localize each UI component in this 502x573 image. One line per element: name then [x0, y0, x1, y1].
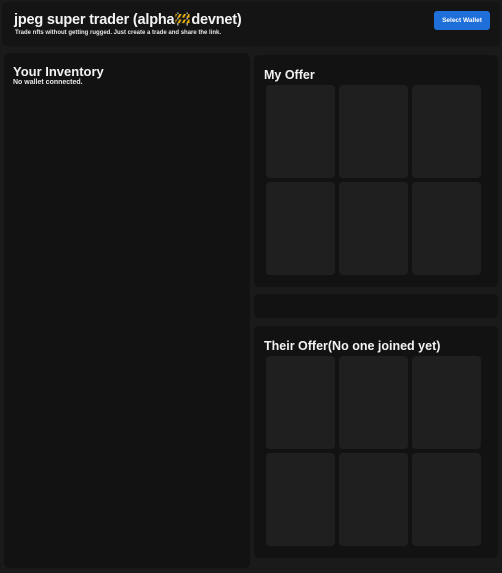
their-offer-title: Their Offer(No one joined yet): [264, 339, 441, 353]
their-offer-slot[interactable]: [412, 356, 481, 449]
app-root: jpeg super trader (alpha devnet) Trade n…: [0, 0, 502, 573]
their-offer-panel: Their Offer(No one joined yet): [254, 326, 498, 558]
wallet-status-text: No wallet connected.: [13, 79, 83, 86]
my-offer-slot[interactable]: [412, 85, 481, 178]
my-offer-slot[interactable]: [339, 182, 408, 275]
my-offer-title: My Offer: [264, 68, 315, 82]
their-offer-slot[interactable]: [339, 453, 408, 546]
select-wallet-button[interactable]: Select Wallet: [434, 11, 490, 30]
inventory-panel: Your Inventory No wallet connected.: [4, 53, 250, 568]
my-offer-slot-grid: [266, 85, 482, 275]
app-title: jpeg super trader (alpha devnet): [14, 12, 242, 30]
my-offer-slot[interactable]: [266, 85, 335, 178]
app-title-suffix: devnet): [191, 12, 242, 28]
my-offer-slot[interactable]: [266, 182, 335, 275]
their-offer-slot[interactable]: [412, 453, 481, 546]
my-offer-panel: My Offer: [254, 55, 498, 287]
my-offer-slot[interactable]: [412, 182, 481, 275]
their-offer-slot[interactable]: [339, 356, 408, 449]
inventory-title: Your Inventory: [13, 64, 104, 79]
their-offer-slot-grid: [266, 356, 482, 546]
app-subtitle: Trade nfts without getting rugged. Just …: [15, 30, 222, 36]
their-offer-slot[interactable]: [266, 356, 335, 449]
top-header: jpeg super trader (alpha devnet) Trade n…: [2, 2, 500, 46]
my-offer-slot[interactable]: [339, 85, 408, 178]
app-title-prefix: jpeg super trader (alpha: [14, 12, 175, 28]
trade-action-bar: [254, 294, 498, 318]
their-offer-slot[interactable]: [266, 453, 335, 546]
construction-barrier-icon: [175, 12, 190, 30]
